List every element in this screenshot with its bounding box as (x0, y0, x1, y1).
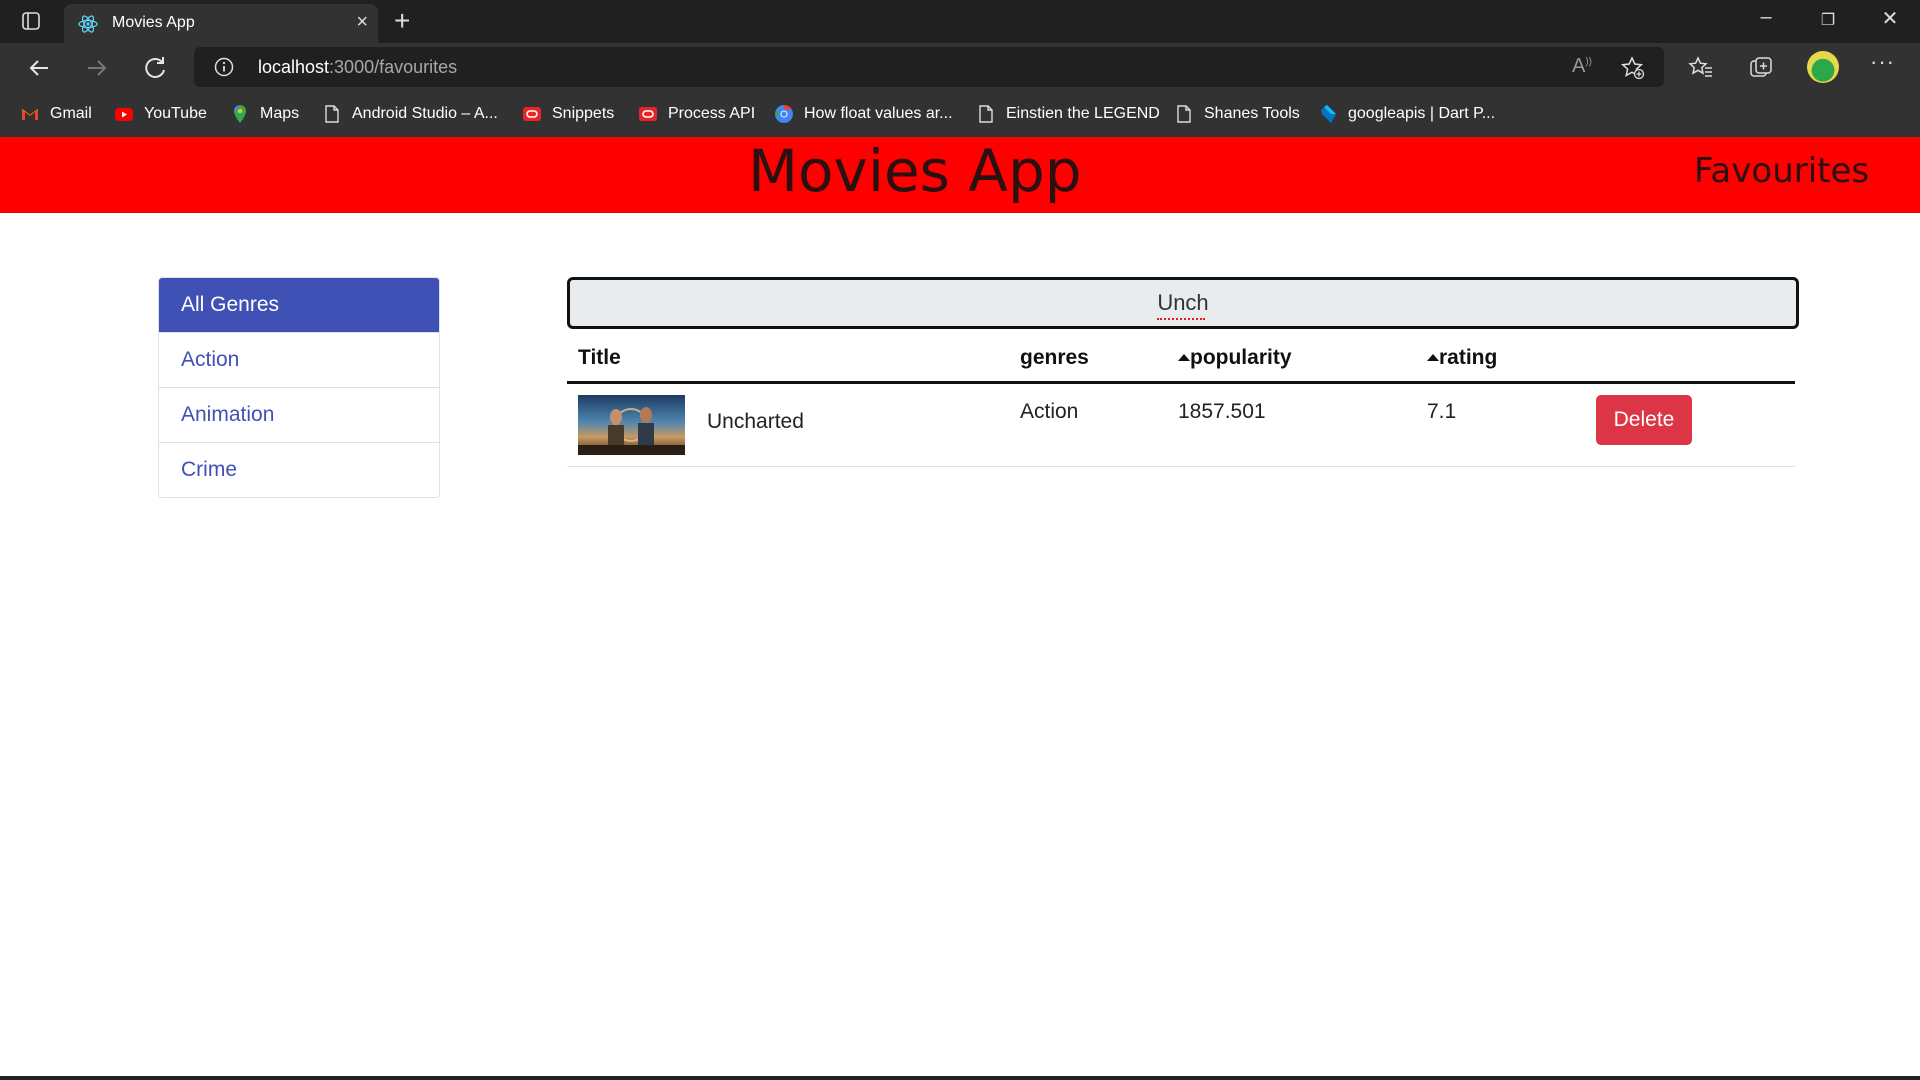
bookmark-label: Gmail (50, 105, 92, 122)
bookmark-label: Einstien the LEGEND (1006, 105, 1160, 122)
bookmark-label: Process API (668, 105, 756, 122)
bookmark-einstien[interactable]: Einstien the LEGEND (976, 102, 1160, 126)
bookmark-label: Snippets (552, 105, 615, 122)
restore-icon[interactable]: ❐ (1808, 10, 1848, 30)
favourites-link[interactable]: Favourites (1694, 151, 1869, 191)
header-genres: genres (1020, 346, 1089, 369)
react-icon (78, 15, 98, 33)
poster-image (578, 395, 685, 455)
back-icon[interactable] (24, 53, 54, 83)
movie-popularity: 1857.501 (1178, 400, 1266, 423)
minimize-icon[interactable]: – (1746, 6, 1786, 29)
page-icon (325, 105, 339, 123)
more-options-icon[interactable]: ··· (1870, 49, 1896, 75)
browser-tabstrip: Movies App × + – ❐ ✕ (0, 0, 1920, 43)
sort-up-icon[interactable] (1178, 354, 1190, 361)
movie-title: Uncharted (707, 410, 804, 433)
genre-item-action[interactable]: Action (159, 332, 439, 387)
address-bar[interactable]: localhost:3000/favourites A)) (194, 47, 1664, 87)
collections-icon[interactable] (1748, 55, 1774, 81)
table-row: Uncharted Action 1857.501 7.1 Delete (567, 384, 1795, 467)
forward-icon[interactable] (82, 53, 112, 83)
movie-genre: Action (1020, 400, 1079, 423)
tab-movies-app[interactable]: Movies App × (64, 4, 378, 43)
bookmark-label: Android Studio – A... (352, 105, 498, 122)
bookmark-label: googleapis | Dart P... (1348, 105, 1496, 122)
header-rating-label: rating (1439, 346, 1498, 369)
bookmark-label: YouTube (144, 105, 207, 122)
genre-item-animation[interactable]: Animation (159, 387, 439, 442)
page-icon (979, 105, 993, 123)
dart-icon (1321, 105, 1336, 123)
movie-poster (578, 395, 685, 455)
bookmark-shanes-tools[interactable]: Shanes Tools (1174, 102, 1300, 126)
profile-avatar[interactable] (1807, 51, 1839, 83)
close-window-icon[interactable]: ✕ (1870, 6, 1910, 31)
genre-item-crime[interactable]: Crime (159, 442, 439, 497)
favorites-icon[interactable] (1688, 55, 1714, 81)
tab-title: Movies App (112, 14, 195, 31)
oracle-icon (523, 107, 541, 121)
gmail-icon (21, 108, 39, 120)
bookmark-googleapis[interactable]: googleapis | Dart P... (1318, 102, 1495, 126)
read-aloud-icon[interactable]: A)) (1572, 55, 1598, 81)
search-input[interactable] (567, 277, 1799, 329)
close-tab-icon[interactable]: × (356, 11, 368, 34)
url-path: :3000/favourites (329, 57, 458, 77)
youtube-icon (115, 108, 133, 121)
header-title: Title (578, 346, 621, 369)
header-rating[interactable]: rating (1427, 346, 1497, 370)
genre-list: All Genres Action Animation Crime (158, 277, 440, 498)
movie-rating: 7.1 (1427, 400, 1457, 423)
oracle-icon (639, 107, 657, 121)
bookmark-float-values[interactable]: How float values ar... (774, 102, 953, 126)
url-host: localhost (258, 57, 330, 77)
table-header: Title genres popularity rating (567, 336, 1795, 384)
spellcheck-underline (1157, 314, 1205, 320)
bookmark-process-api[interactable]: Process API (638, 102, 755, 126)
chrome-icon (775, 105, 793, 123)
app-navbar: Movies App Favourites (0, 137, 1920, 213)
app-brand[interactable]: Movies App (748, 137, 1082, 205)
reload-icon[interactable] (140, 53, 170, 83)
bookmark-youtube[interactable]: YouTube (114, 102, 207, 126)
bookmarks-bar: Gmail YouTube Maps Android Studio – A...… (0, 92, 1920, 138)
bookmark-snippets[interactable]: Snippets (522, 102, 614, 126)
tab-actions-icon[interactable] (22, 12, 40, 30)
new-tab-icon[interactable]: + (394, 5, 410, 37)
header-popularity[interactable]: popularity (1178, 346, 1292, 370)
delete-button[interactable]: Delete (1596, 395, 1692, 445)
bookmark-android-studio[interactable]: Android Studio – A... (322, 102, 498, 126)
bookmark-label: How float values ar... (804, 105, 953, 122)
bottom-border (0, 1076, 1920, 1080)
bookmark-label: Maps (260, 105, 300, 122)
add-favorite-icon[interactable] (1620, 55, 1646, 81)
maps-icon (234, 105, 246, 123)
bookmark-gmail[interactable]: Gmail (20, 102, 92, 126)
site-info-icon[interactable] (214, 57, 234, 77)
bookmark-label: Shanes Tools (1204, 105, 1300, 122)
browser-toolbar: localhost:3000/favourites A)) ··· (0, 43, 1920, 92)
page-icon (1177, 105, 1191, 123)
sort-up-icon[interactable] (1427, 354, 1439, 361)
bookmark-maps[interactable]: Maps (230, 102, 299, 126)
url-text: localhost:3000/favourites (258, 57, 457, 78)
genre-item-all-genres[interactable]: All Genres (159, 278, 439, 332)
header-popularity-label: popularity (1190, 346, 1292, 369)
